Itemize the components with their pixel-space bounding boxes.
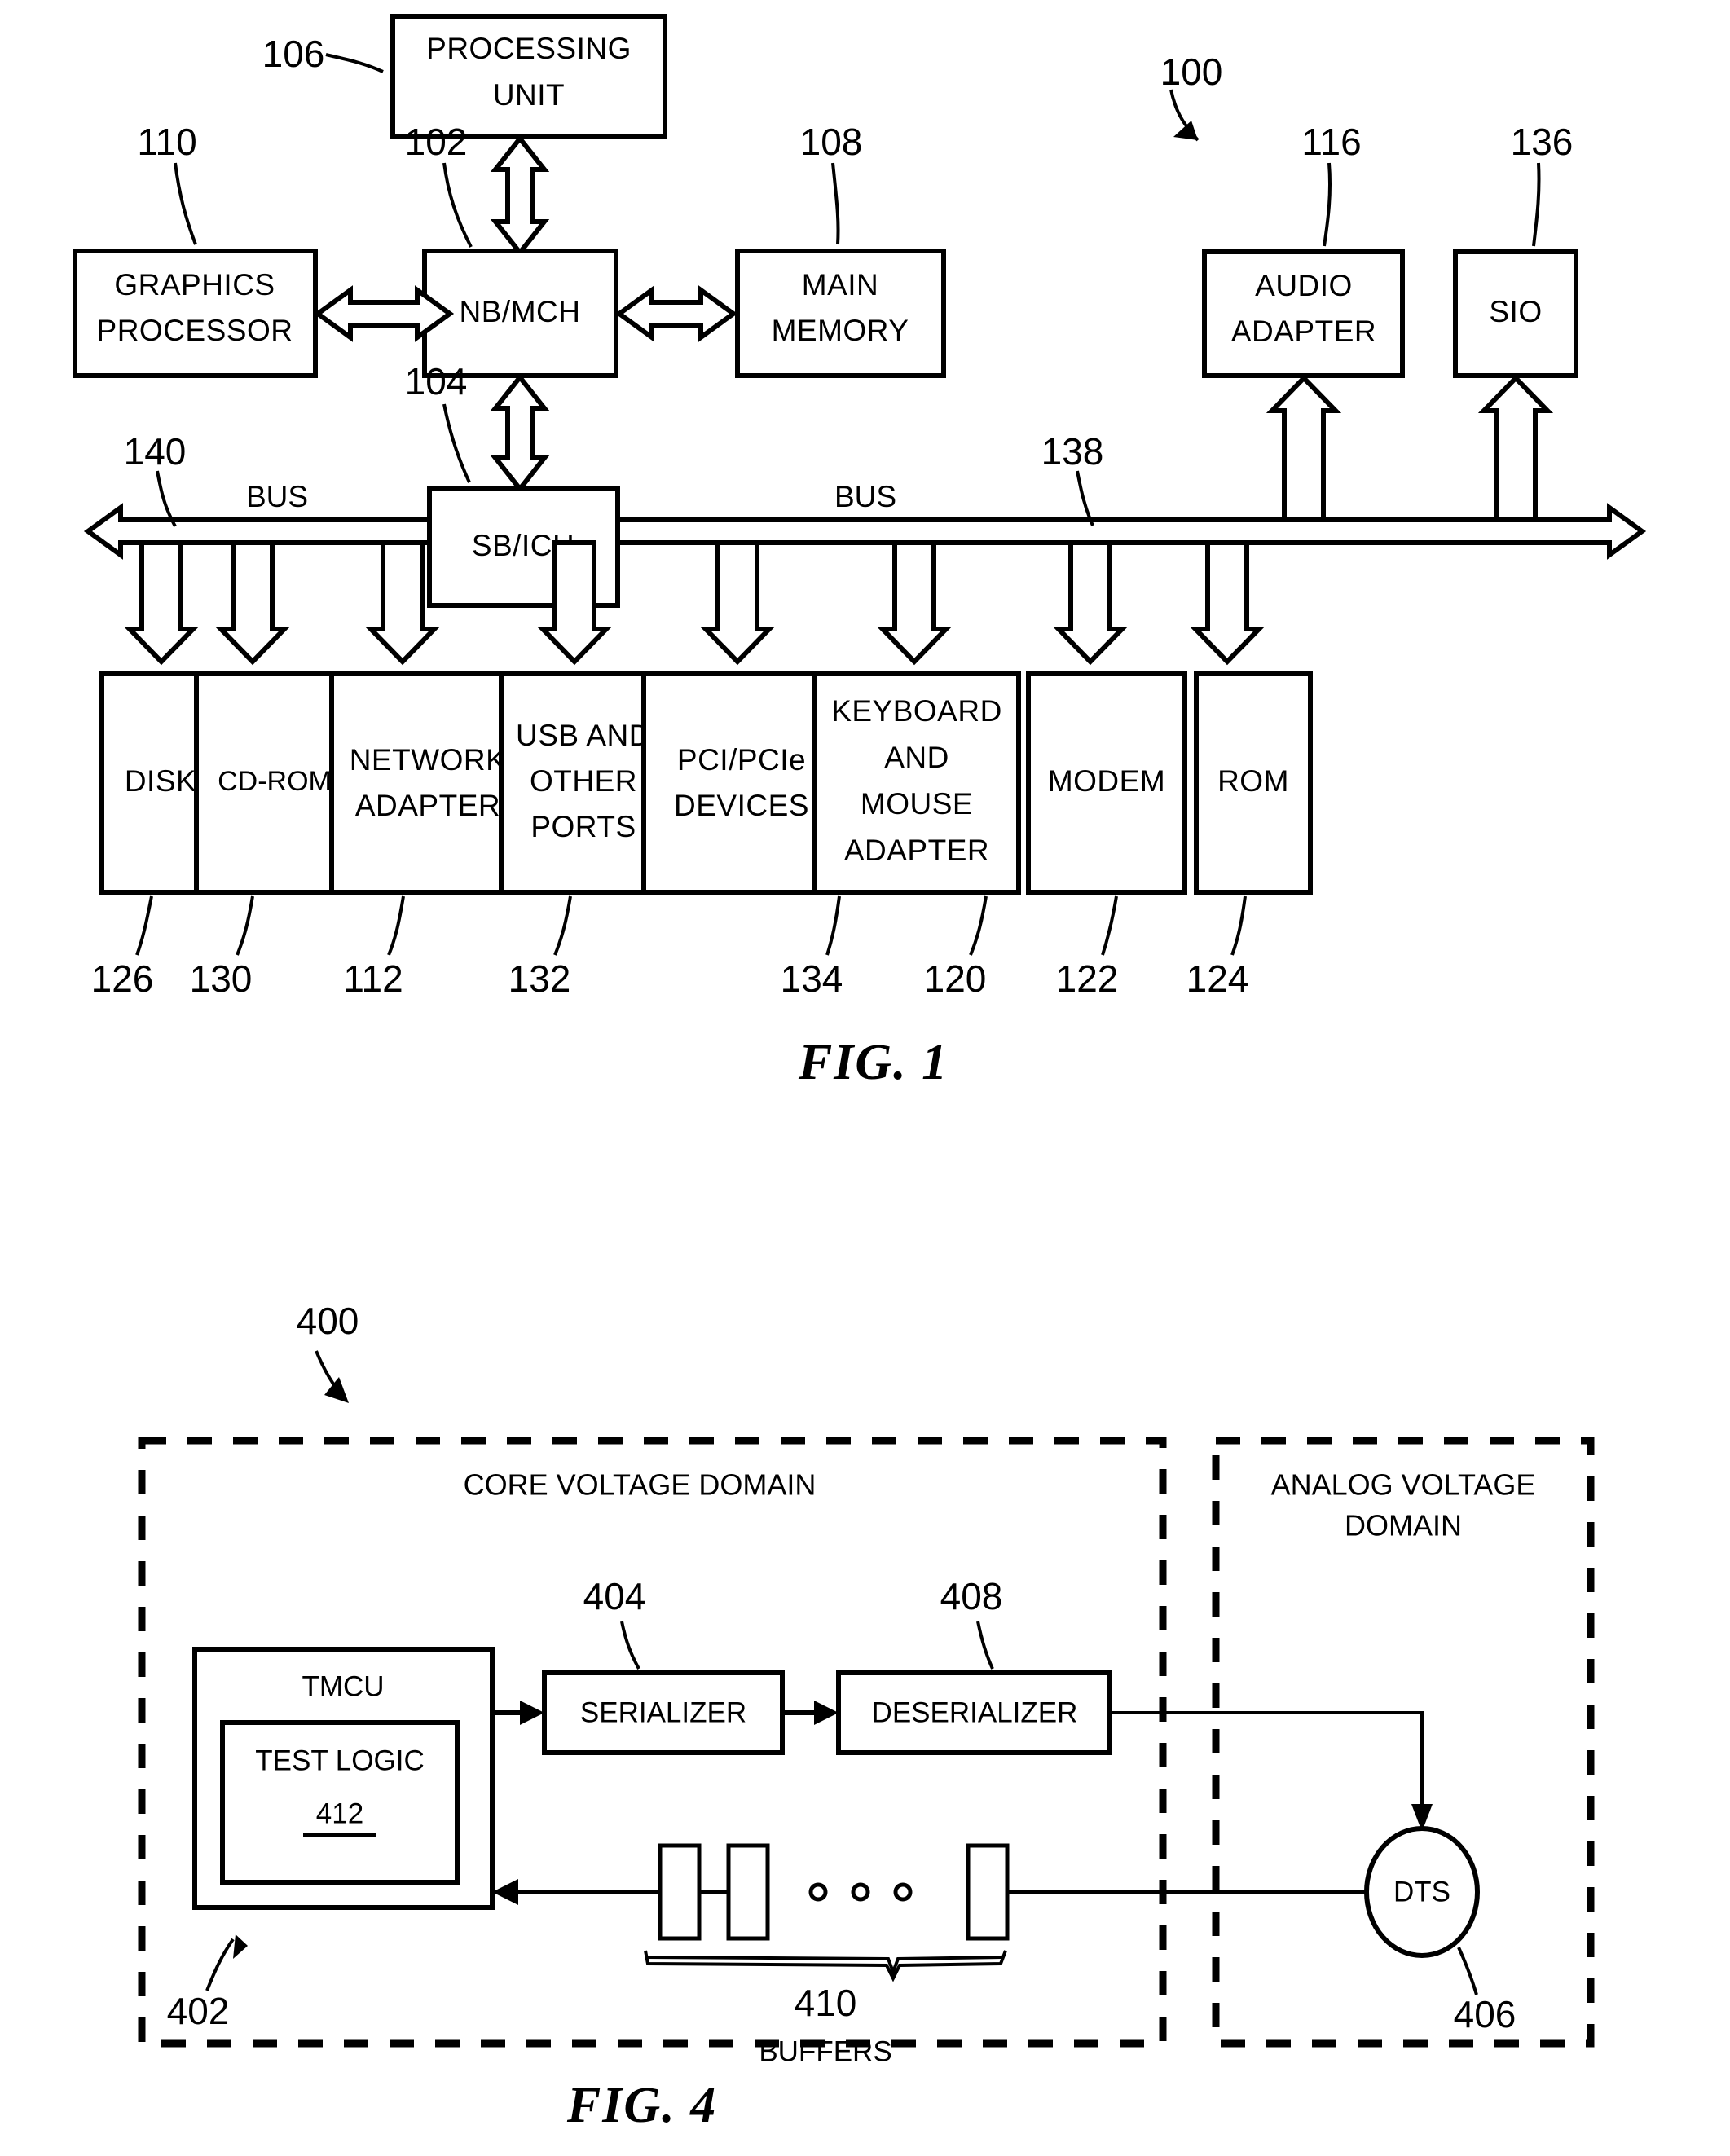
serializer-to-deserializer-arrow <box>782 1701 839 1725</box>
patent-figure-sheet: 100 PROCESSING UNIT 106 GRAPHICS PROCESS… <box>0 0 1730 2156</box>
bus-rail: BUS BUS 140 138 <box>83 430 1647 560</box>
dts-block: DTS 406 <box>1364 1826 1517 2035</box>
graphics-processor-label-line1: GRAPHICS <box>114 268 275 301</box>
usb-ports-label-line3: PORTS <box>530 810 636 843</box>
bus-label-right: BUS <box>834 480 896 513</box>
dts-label: DTS <box>1393 1876 1450 1907</box>
buffers-label: BUFFERS <box>759 2035 891 2067</box>
keyboard-mouse-adapter-block: KEYBOARD AND MOUSE ADAPTER 120 <box>812 671 1021 1000</box>
ref-106: 106 <box>262 33 325 75</box>
main-memory-block: MAIN MEMORY 108 <box>735 121 946 378</box>
test-logic-block: TEST LOGIC 412 <box>220 1720 460 1885</box>
bottom-peripheral-blocks: DISK 126 CD-ROM 130 NETWORK ADAPTER 112 <box>91 671 1313 1000</box>
core-voltage-domain-label: CORE VOLTAGE DOMAIN <box>464 1468 817 1502</box>
graphics-processor-block: GRAPHICS PROCESSOR 110 <box>73 121 318 378</box>
ref-110: 110 <box>137 121 196 163</box>
audio-adapter-label-line1: AUDIO <box>1255 269 1353 302</box>
ref-104: 104 <box>405 360 468 403</box>
serializer-label: SERIALIZER <box>580 1696 746 1728</box>
modem-label: MODEM <box>1048 764 1165 798</box>
pci-devices-label-line1: PCI/PCIe <box>677 743 806 777</box>
processing-unit-block: PROCESSING UNIT 106 <box>262 14 667 139</box>
deserializer-label: DESERIALIZER <box>872 1696 1078 1728</box>
ref-402: 402 <box>167 1990 230 2032</box>
graphics-processor-label-line2: PROCESSOR <box>97 314 293 347</box>
figure4-system-ref: 400 <box>297 1300 359 1342</box>
usb-ports-label-line1: USB AND <box>516 719 651 752</box>
system-ref-100-callout: 100 <box>1160 51 1223 142</box>
ref-124: 124 <box>1186 957 1249 1000</box>
buffer-chain: 410 BUFFERS <box>492 1843 1367 2067</box>
ref-138: 138 <box>1041 430 1104 473</box>
ref-108: 108 <box>800 121 863 163</box>
keyboard-mouse-label-line1: KEYBOARD <box>831 694 1002 728</box>
keyboard-mouse-label-line2: AND <box>884 741 949 774</box>
buffer-1 <box>658 1843 702 1941</box>
processing-unit-label-line1: PROCESSING <box>426 32 632 65</box>
cdrom-block: CD-ROM 130 <box>190 671 355 1000</box>
ref-140: 140 <box>124 430 187 473</box>
figure-1: 100 PROCESSING UNIT 106 GRAPHICS PROCESS… <box>73 14 1647 1090</box>
figure1-system-ref: 100 <box>1160 51 1223 93</box>
disk-label: DISK <box>125 764 196 798</box>
modem-block: MODEM 122 <box>1026 671 1187 1000</box>
pci-devices-label-line2: DEVICES <box>674 789 809 822</box>
ref-134: 134 <box>781 957 843 1000</box>
audio-adapter-label-line2: ADAPTER <box>1231 315 1376 348</box>
ref-102: 102 <box>405 121 468 163</box>
network-adapter-block: NETWORK ADAPTER 112 <box>329 671 526 1000</box>
cdrom-label: CD-ROM <box>218 766 332 797</box>
usb-ports-block: USB AND OTHER PORTS 132 <box>499 671 668 1000</box>
network-adapter-label-line1: NETWORK <box>350 743 507 777</box>
main-memory-label-line2: MEMORY <box>772 314 909 347</box>
keyboard-mouse-label-line4: ADAPTER <box>844 834 989 867</box>
nbmch-mainmemory-bidirectional-arrow <box>614 285 738 342</box>
keyboard-mouse-label-line3: MOUSE <box>861 787 973 821</box>
audio-adapter-block: AUDIO ADAPTER 116 <box>1202 121 1405 378</box>
nbmch-sbich-bidirectional-arrow: 104 <box>405 360 550 493</box>
tmcu-label: TMCU <box>302 1670 384 1702</box>
tmcu-block: TMCU TEST LOGIC 412 402 <box>167 1647 495 2032</box>
test-logic-label: TEST LOGIC <box>255 1745 424 1776</box>
sio-label: SIO <box>1489 295 1542 328</box>
buffer-2 <box>726 1843 770 1941</box>
network-adapter-label-line2: ADAPTER <box>355 789 500 822</box>
buffer-last <box>966 1843 1010 1941</box>
usb-ports-label-line2: OTHER <box>530 764 637 798</box>
figure1-caption: FIG. 1 <box>798 1035 949 1090</box>
figure-4: 400 CORE VOLTAGE DOMAIN ANALOG VOLTAGE D… <box>138 1300 1595 2133</box>
ref-410: 410 <box>795 1982 857 2024</box>
ref-112: 112 <box>343 957 403 1000</box>
sio-block: SIO 136 <box>1453 121 1578 378</box>
tmcu-to-serializer-arrow <box>492 1701 544 1725</box>
test-logic-ref: 412 <box>316 1797 363 1829</box>
ref-120: 120 <box>924 957 987 1000</box>
ref-408: 408 <box>940 1575 1003 1617</box>
figure4-system-ref-callout: 400 <box>297 1300 359 1403</box>
ref-404: 404 <box>583 1575 646 1617</box>
ref-116: 116 <box>1301 121 1361 163</box>
gp-nbmch-bidirectional-arrow <box>313 285 455 342</box>
bus-label-left: BUS <box>246 480 308 513</box>
rom-label: ROM <box>1217 764 1289 798</box>
ref-122: 122 <box>1056 957 1119 1000</box>
deserializer-block: DESERIALIZER 408 <box>836 1575 1112 1755</box>
ref-132: 132 <box>508 957 571 1000</box>
serializer-block: SERIALIZER 404 <box>542 1575 785 1755</box>
main-memory-label-line1: MAIN <box>802 268 879 301</box>
analog-voltage-domain-label-line2: DOMAIN <box>1345 1509 1462 1542</box>
nb-mch-label: NB/MCH <box>460 295 581 328</box>
ref-130: 130 <box>190 957 253 1000</box>
ref-126: 126 <box>91 957 154 1000</box>
deserializer-to-dts-path <box>1109 1711 1433 1832</box>
figure4-caption: FIG. 4 <box>566 2078 717 2133</box>
ref-406: 406 <box>1454 1993 1517 2035</box>
rom-block: ROM 124 <box>1186 671 1313 1000</box>
pu-nbmch-bidirectional-arrow <box>490 134 550 257</box>
ref-136: 136 <box>1511 121 1574 163</box>
processing-unit-label-line2: UNIT <box>493 78 565 112</box>
analog-voltage-domain-label-line1: ANALOG VOLTAGE <box>1271 1468 1536 1502</box>
